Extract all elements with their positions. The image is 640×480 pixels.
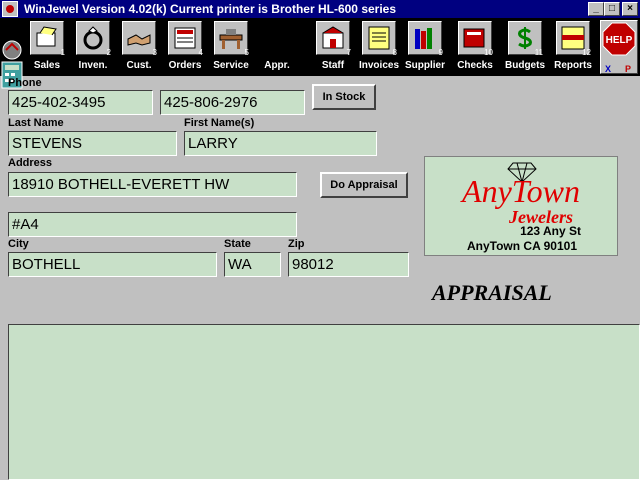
last-name-field[interactable]: STEVENS [8, 131, 177, 156]
toolbar-service-number: 5 [244, 48, 249, 57]
help-label: HELP [606, 35, 633, 46]
help-button[interactable]: HELP X P [600, 20, 638, 74]
address-line1-field[interactable]: 18910 BOTHELL-EVERETT HW [8, 172, 297, 197]
state-field[interactable]: WA [224, 252, 281, 277]
zip-label: Zip [288, 238, 305, 250]
toolbar-checks[interactable]: 10 Checks [452, 18, 498, 76]
toolbar-supplier-label: Supplier [404, 60, 445, 71]
close-button[interactable]: × [622, 2, 638, 16]
orders-icon [168, 21, 202, 55]
toolbar-checks-number: 10 [484, 48, 493, 57]
store-city: AnyTown CA 90101 [466, 239, 577, 253]
handshake-icon [122, 21, 156, 55]
store-logo: AnyTown Jewelers 123 Any St AnyTown CA 9… [424, 156, 618, 256]
store-name: AnyTown [462, 173, 580, 209]
ring-icon [76, 21, 110, 55]
last-name-label: Last Name [8, 117, 64, 129]
toolbar-appraisal-label: Appr. [264, 60, 290, 71]
toolbar-inventory[interactable]: 2 Inven. [70, 18, 116, 76]
app-menu-icon[interactable] [2, 1, 18, 17]
toolbar-budgets-number: 11 [534, 48, 543, 57]
toolbar-invoices[interactable]: 8 Invoices [356, 18, 402, 76]
toolbar-inventory-label: Inven. [78, 60, 108, 71]
toolbar-inventory-number: 2 [106, 48, 111, 57]
address-line2-field[interactable]: #A4 [8, 212, 297, 237]
first-name-label: First Name(s) [184, 117, 255, 129]
toolbar-staff-number: 7 [346, 48, 351, 57]
state-label: State [224, 238, 251, 250]
zip-field[interactable]: 98012 [288, 252, 409, 277]
address-label: Address [8, 157, 53, 169]
staff-icon [316, 21, 350, 55]
toolbar-staff-label: Staff [321, 60, 345, 71]
minimize-button[interactable]: _ [588, 2, 604, 16]
sales-icon [30, 21, 64, 55]
toolbar-orders-label: Orders [168, 60, 202, 71]
toolbar-orders-number: 4 [198, 48, 203, 57]
toolbar-reports[interactable]: 12 Reports [550, 18, 596, 76]
toolbar-supplier-number: 9 [438, 48, 443, 57]
toolbar-invoices-label: Invoices [358, 60, 400, 71]
toolbar-sales-number: 1 [60, 48, 65, 57]
toolbar: 1 Sales 2 Inven. 3 Cust. 4 Orders 5 Serv… [0, 18, 640, 89]
window-title: WinJewel Version 4.02(k) Current printer… [24, 2, 397, 16]
toolbar-budgets-label: Budgets [505, 60, 545, 71]
toolbar-customers-label: Cust. [126, 60, 152, 71]
toolbar-service-label: Service [213, 60, 249, 71]
workbench-icon [214, 21, 248, 55]
toolbar-orders[interactable]: 4 Orders [162, 18, 208, 76]
page-title: APPRAISAL [432, 280, 552, 305]
phone2-field[interactable]: 425-806-2976 [160, 90, 305, 115]
first-name-field[interactable]: LARRY [184, 131, 377, 156]
help-p-indicator[interactable]: P [625, 64, 631, 74]
toolbar-checks-label: Checks [457, 60, 493, 71]
city-field[interactable]: BOTHELL [8, 252, 217, 277]
toolbar-reports-number: 12 [582, 48, 591, 57]
toolbar-reports-label: Reports [554, 60, 592, 71]
do-appraisal-button[interactable]: Do Appraisal [320, 172, 408, 198]
phone1-field[interactable]: 425-402-3495 [8, 90, 153, 115]
toolbar-appraisal[interactable]: Appr. [254, 18, 300, 76]
appraisal-text-area[interactable] [8, 324, 640, 480]
in-stock-button[interactable]: In Stock [312, 84, 376, 110]
phone-label: Phone [8, 77, 42, 89]
toolbar-staff[interactable]: 7 Staff [310, 18, 356, 76]
store-address: 123 Any St [520, 224, 581, 238]
invoice-icon [362, 21, 396, 55]
toolbar-service[interactable]: 5 Service [208, 18, 254, 76]
toolbar-invoices-number: 8 [392, 48, 397, 57]
title-bar: WinJewel Version 4.02(k) Current printer… [0, 0, 640, 18]
maximize-button[interactable]: □ [604, 2, 620, 16]
help-x-indicator[interactable]: X [605, 64, 611, 74]
toolbar-sales-label: Sales [33, 60, 61, 71]
toolbar-customers[interactable]: 3 Cust. [116, 18, 162, 76]
books-icon [408, 21, 442, 55]
toolbar-customers-number: 3 [152, 48, 157, 57]
toolbar-sales[interactable]: 1 Sales [24, 18, 70, 76]
toolbar-supplier[interactable]: 9 Supplier [402, 18, 448, 76]
toolbar-budgets[interactable]: 11 Budgets [502, 18, 548, 76]
city-label: City [8, 238, 29, 250]
